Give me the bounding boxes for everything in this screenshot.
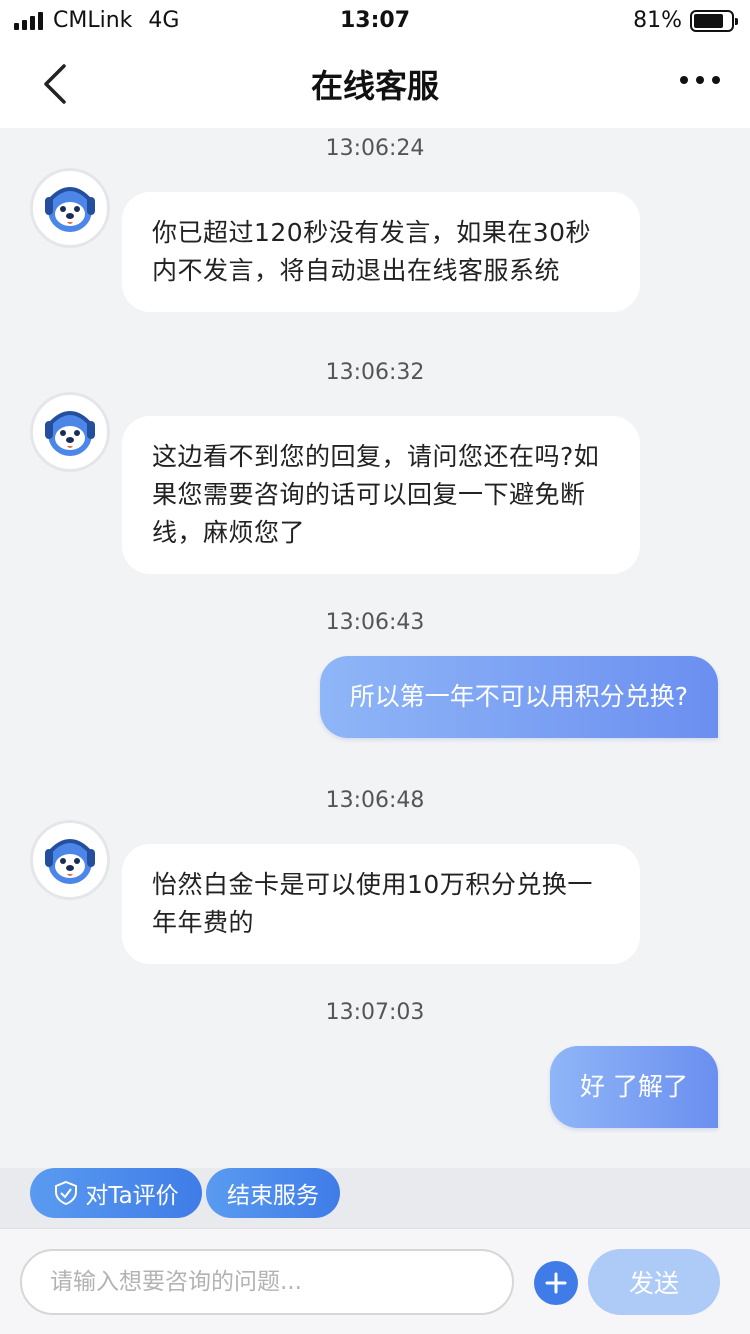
battery-icon	[690, 9, 738, 32]
agent-avatar	[30, 392, 110, 472]
status-right: 81%	[633, 8, 738, 33]
status-bar: CMLink 4G 13:07 81%	[0, 0, 750, 40]
message-input[interactable]	[20, 1249, 514, 1315]
chevron-left-icon[interactable]	[36, 60, 76, 108]
send-button[interactable]: 发送	[588, 1249, 720, 1315]
end-service-button[interactable]: 结束服务	[206, 1168, 340, 1218]
agent-message-bubble: 你已超过120秒没有发言，如果在30秒内不发言，将自动退出在线客服系统	[122, 192, 640, 312]
battery-percent: 81%	[633, 8, 682, 33]
agent-message-bubble: 怡然白金卡是可以使用10万积分兑换一年年费的	[122, 844, 640, 964]
message-timestamp: 13:06:43	[325, 610, 425, 635]
user-message-bubble: 好 了解了	[550, 1046, 718, 1128]
agent-avatar	[30, 820, 110, 900]
shield-icon	[55, 1180, 78, 1206]
rate-agent-label: 对Ta评价	[85, 1183, 179, 1209]
message-timestamp: 13:07:03	[325, 1000, 425, 1025]
agent-avatar	[30, 168, 110, 248]
agent-message-bubble: 这边看不到您的回复，请问您还在吗?如果您需要咨询的话可以回复一下避免断线，麻烦您…	[122, 416, 640, 574]
message-timestamp: 13:06:32	[325, 360, 425, 385]
nav-bar: 在线客服	[0, 40, 750, 128]
page-title: 在线客服	[310, 67, 439, 105]
user-message-bubble: 所以第一年不可以用积分兑换?	[319, 656, 718, 738]
composer-bar: 发送	[0, 1228, 750, 1334]
plus-icon[interactable]	[534, 1261, 578, 1305]
agent-mascot-icon	[45, 839, 95, 884]
agent-mascot-icon	[45, 411, 95, 456]
battery-level	[694, 13, 724, 28]
rate-agent-button[interactable]: 对Ta评价	[30, 1168, 202, 1218]
message-timestamp: 13:06:24	[325, 136, 425, 161]
message-timestamp: 13:06:48	[325, 788, 425, 813]
end-service-label: 结束服务	[227, 1183, 319, 1209]
quick-actions-bar: 对Ta评价 结束服务	[0, 1168, 750, 1228]
more-horizontal-icon[interactable]	[680, 76, 720, 84]
agent-mascot-icon	[45, 187, 95, 232]
chat-area[interactable]: 13:06:24 你已超过120秒没有发言，如果在30秒内不发言，将自动退出在线…	[0, 128, 750, 1168]
